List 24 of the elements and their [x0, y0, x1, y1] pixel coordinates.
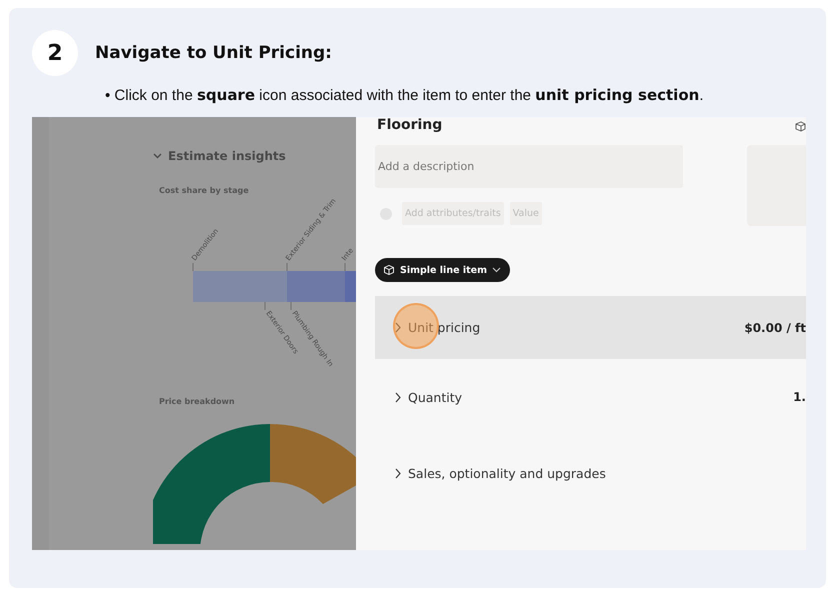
cube-icon — [383, 264, 395, 276]
instruction-text: • Click on the square icon associated with the item to enter the unit pricing section. — [105, 86, 704, 104]
section-label: Sales, optionality and upgrades — [408, 466, 606, 480]
line-item-type-button[interactable]: Simple line item — [375, 258, 510, 282]
section-row[interactable]: Unit pricing $0.00 / ft — [375, 296, 806, 359]
chevron-right-icon — [395, 468, 401, 478]
description-field[interactable]: Add a description — [375, 145, 684, 188]
chart-title: Cost share by stage — [159, 186, 250, 195]
section-row[interactable]: Quantity 1. — [375, 359, 806, 435]
caret-icon — [492, 267, 501, 273]
cube-icon[interactable] — [794, 120, 806, 132]
section-value: 1. — [793, 390, 806, 404]
step-number: 2 — [32, 30, 78, 76]
chevron-icon[interactable] — [153, 153, 162, 159]
chart-title: Price breakdown — [159, 397, 236, 406]
chevron-right-icon — [395, 392, 401, 402]
section-row[interactable]: Sales, optionality and upgrades — [375, 435, 806, 511]
item-title: Flooring — [377, 117, 442, 133]
section-label: Quantity — [408, 390, 462, 404]
click-marker — [393, 303, 439, 349]
section-label: Unit pricing — [408, 320, 480, 335]
step-title: Navigate to Unit Pricing: — [95, 43, 332, 63]
section-value: $0.00 / ft — [744, 320, 806, 334]
chevron-right-icon — [395, 322, 401, 333]
